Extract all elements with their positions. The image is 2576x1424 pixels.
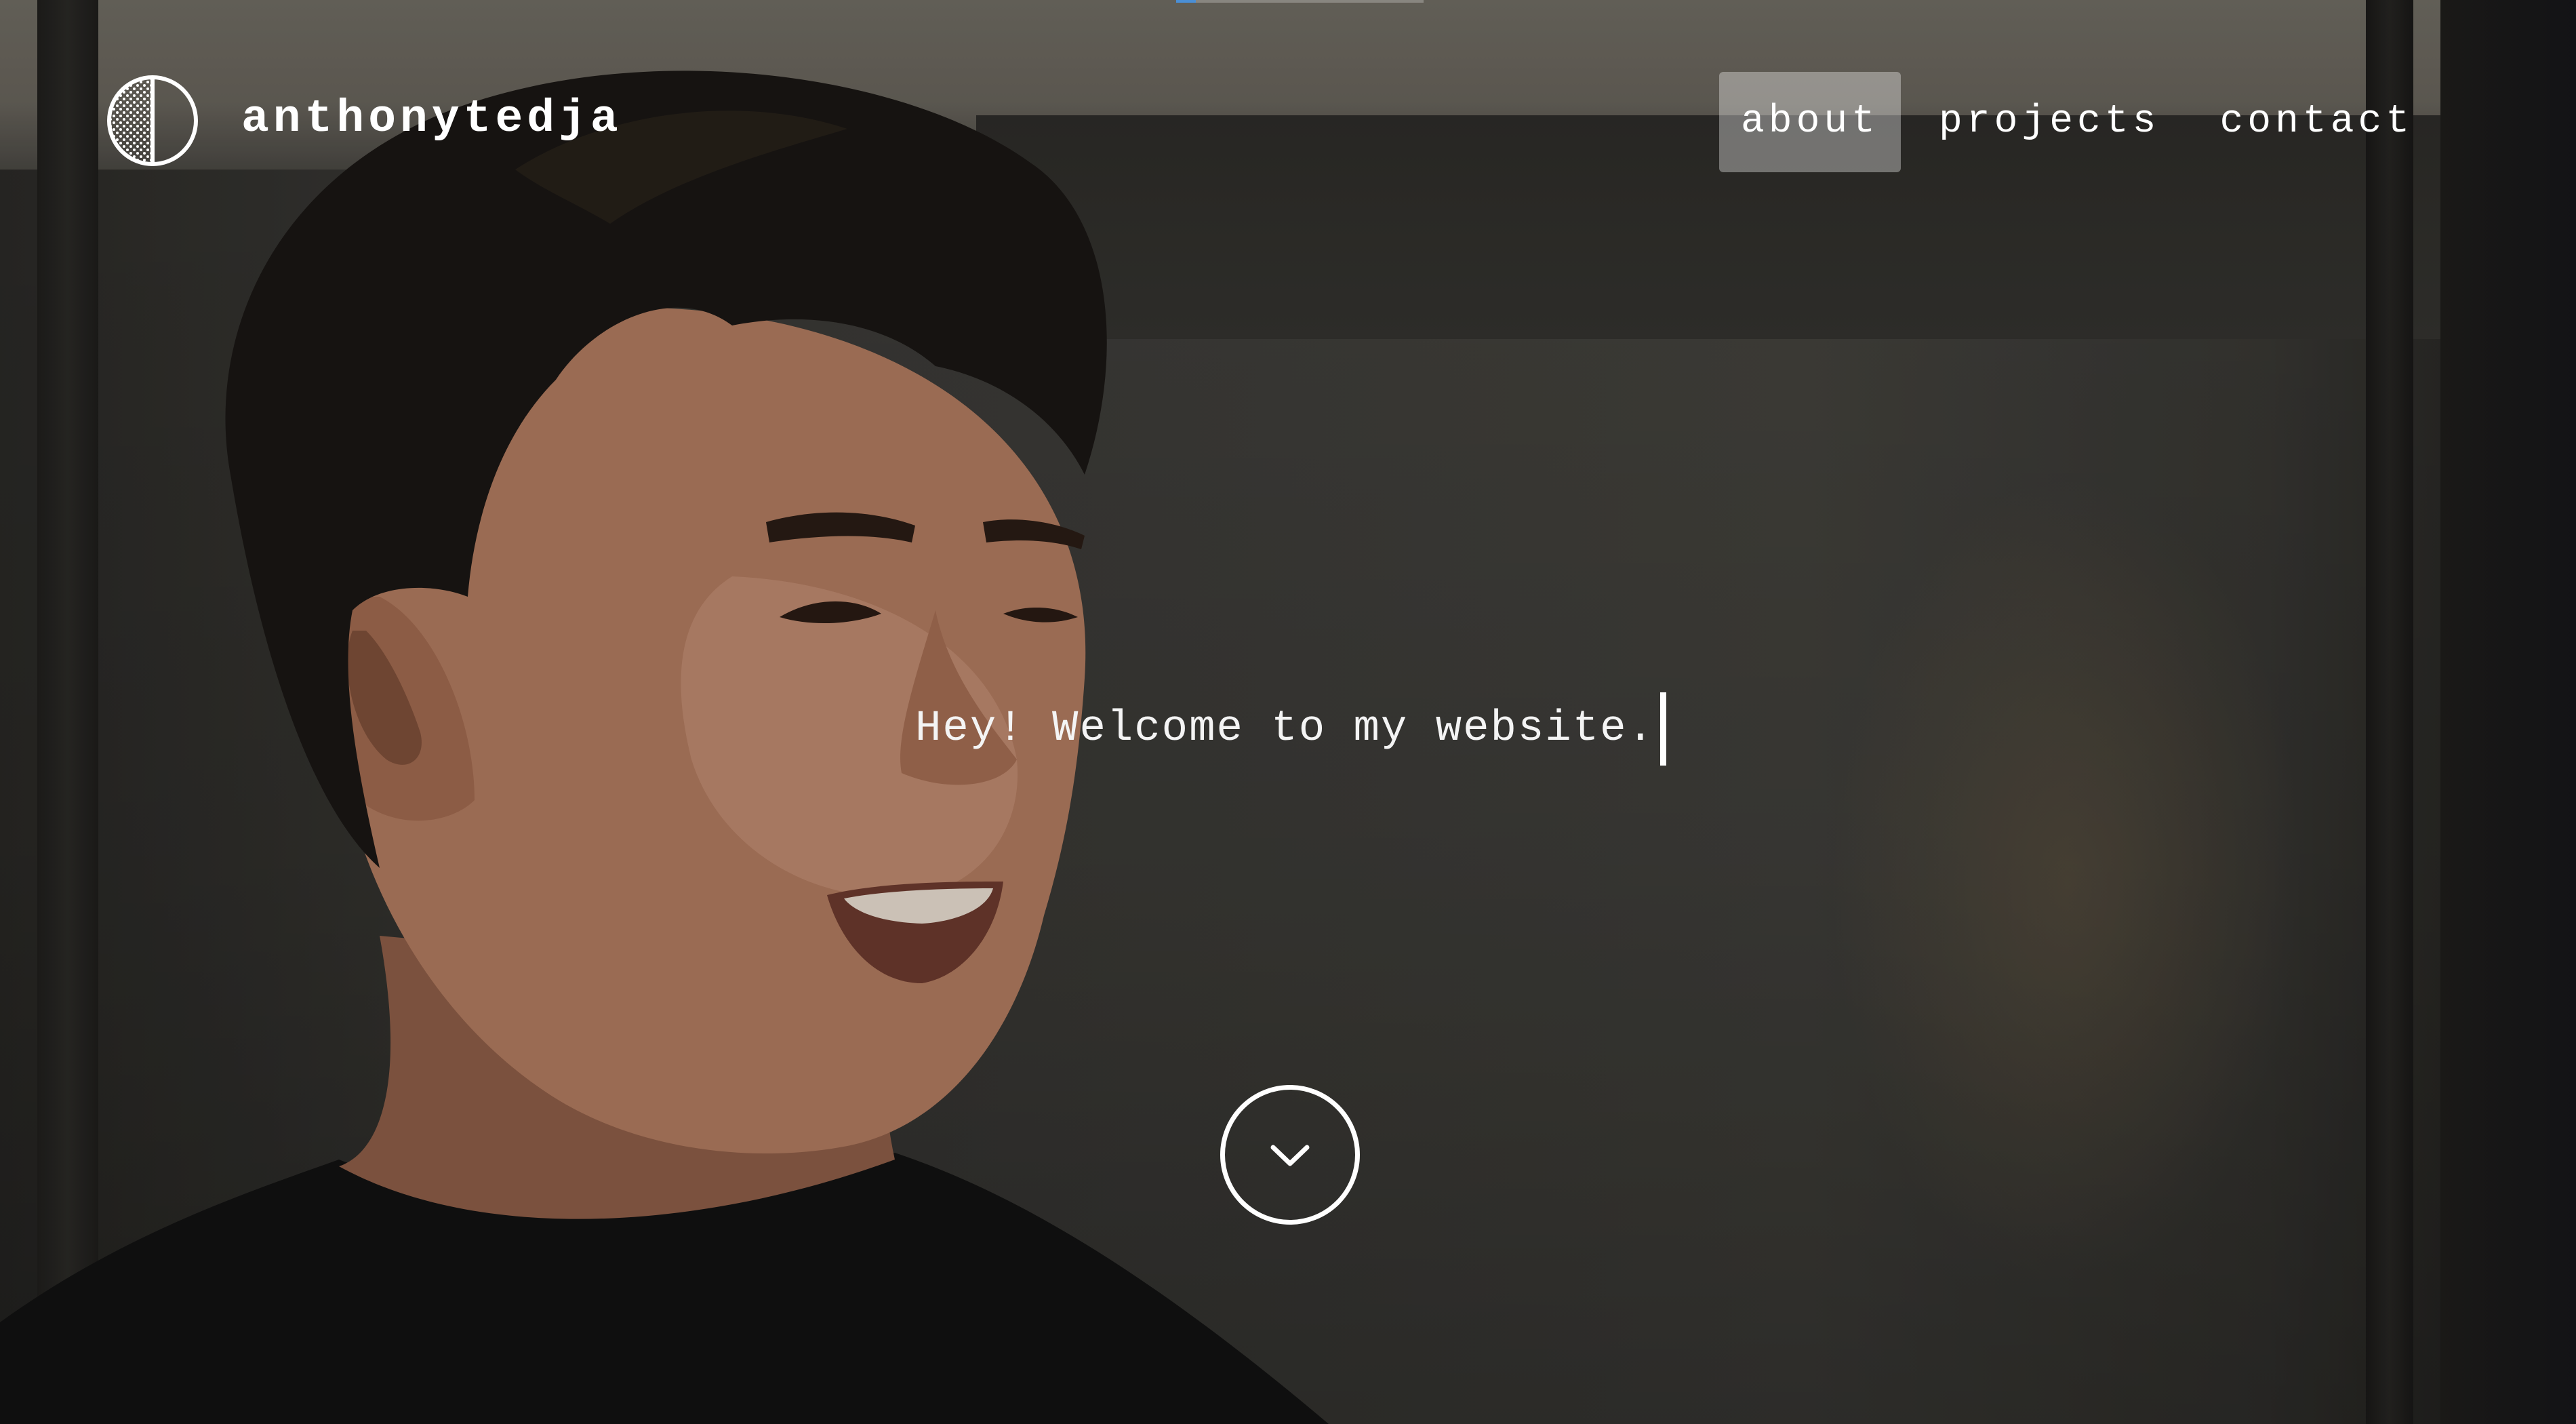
- scroll-down-button[interactable]: [1220, 1085, 1360, 1225]
- nav-item-about[interactable]: about: [1719, 72, 1901, 172]
- scroll-progress-bar: [1176, 0, 1424, 3]
- nav-item-contact[interactable]: contact: [2198, 72, 2435, 172]
- brand-name[interactable]: anthonytedja: [241, 85, 622, 153]
- main-nav: about projects contact: [1719, 72, 2451, 172]
- headline-text: Hey! Welcome to my website.: [915, 705, 1655, 753]
- scroll-progress-fill: [1176, 0, 1196, 3]
- chevron-down-icon: [1270, 1145, 1310, 1166]
- typing-caret: [1659, 692, 1666, 766]
- hero-headline: Hey! Welcome to my website.: [915, 692, 1666, 766]
- nav-item-projects[interactable]: projects: [1917, 72, 2181, 172]
- half-circle-dotted-logo[interactable]: [105, 73, 200, 168]
